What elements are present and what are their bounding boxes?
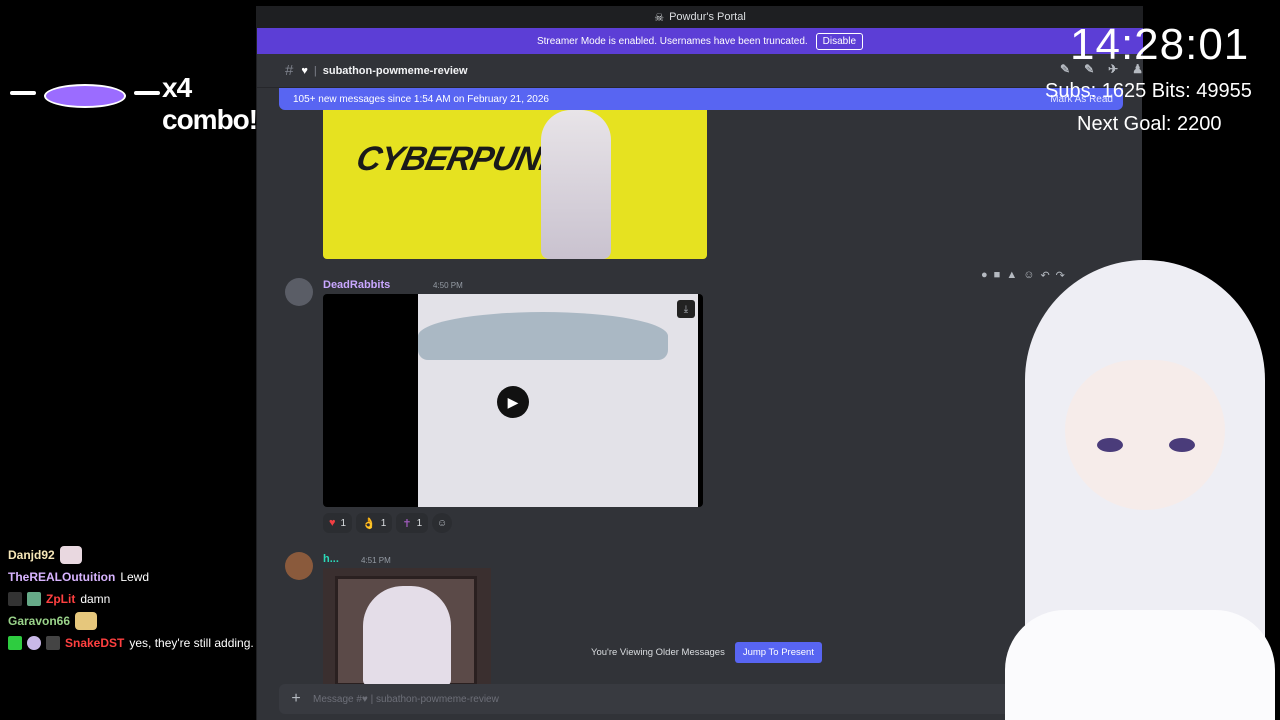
character-illustration — [363, 586, 451, 686]
reaction-count: 1 — [340, 517, 347, 529]
download-icon[interactable]: ⤓ — [677, 300, 695, 318]
chat-username[interactable]: ZpLit — [46, 592, 75, 606]
next-goal: Next Goal: 2200 — [1077, 113, 1222, 135]
message-username[interactable]: h... — [323, 553, 339, 565]
stream-frame: ☠ Powdur's Portal Streamer Mode is enabl… — [0, 0, 1280, 720]
ufo-wing — [10, 91, 36, 95]
emote-icon — [75, 612, 98, 630]
twitch-chat: Danjd92 TheREALOutuition Lewd ZpLit damn… — [8, 544, 254, 654]
jump-to-present-button[interactable]: Jump To Present — [734, 641, 822, 663]
heart-icon: ♥ — [329, 517, 336, 529]
ufo-wing — [134, 91, 160, 95]
cyberpunk-logo: CYBERPUNK — [353, 140, 568, 178]
play-icon[interactable]: ▶ — [497, 386, 529, 418]
vtuber-avatar — [995, 240, 1280, 720]
channel-name: subathon-powmeme-review — [322, 64, 468, 77]
chat-line: TheREALOutuition Lewd — [8, 566, 254, 588]
reaction-icon[interactable]: ● — [981, 269, 988, 282]
ufo-icon — [44, 84, 126, 108]
chat-line: SnakeDST yes, they're still adding. — [8, 632, 254, 654]
badge-icon — [8, 636, 22, 650]
chat-line: ZpLit damn — [8, 588, 254, 610]
chat-username[interactable]: SnakeDST — [65, 636, 124, 650]
combo-overlay: x4 combo! — [0, 70, 290, 135]
streamer-mode-text: Streamer Mode is enabled. Usernames have… — [536, 35, 808, 47]
streamer-mode-banner: Streamer Mode is enabled. Usernames have… — [257, 28, 1143, 54]
reaction-pill[interactable]: ✝ 1 — [396, 513, 429, 533]
reaction-count: 1 — [416, 517, 423, 529]
ok-hand-icon: 👌 — [362, 517, 376, 530]
channel-heart: ♥ — [301, 64, 308, 77]
avatar-eye — [1169, 438, 1195, 452]
avatar-dress — [1005, 610, 1275, 720]
reactions-row: ♥ 1 👌 1 ✝ 1 ☺ — [323, 513, 453, 533]
cyberpunk-image-attachment[interactable]: CYBERPUNK — [323, 110, 707, 259]
badge-icon — [8, 592, 22, 606]
subs-bits-counter: Subs: 1625 Bits: 49955 — [1045, 80, 1252, 102]
chat-line: Danjd92 — [8, 544, 254, 566]
chat-username[interactable]: Garavon66 — [8, 614, 70, 628]
video-attachment[interactable]: ▶ ⤓ — [323, 294, 703, 507]
avatar-eye — [1097, 438, 1123, 452]
window-title: Powdur's Portal — [669, 11, 746, 23]
new-messages-text: 105+ new messages since 1:54 AM on Febru… — [293, 93, 549, 105]
emote-icon — [59, 546, 82, 564]
combo-text: x4 combo! — [162, 72, 258, 135]
skull-icon: ☠ — [654, 11, 665, 24]
composer-placeholder[interactable]: Message #♥ | subathon-powmeme-review — [313, 694, 499, 705]
avatar[interactable] — [285, 552, 313, 580]
older-messages-text: You're Viewing Older Messages — [591, 646, 725, 658]
helmet-shape — [418, 312, 668, 360]
reaction-count: 1 — [380, 517, 387, 529]
badge-icon — [46, 636, 60, 650]
older-messages-bar: You're Viewing Older Messages Jump To Pr… — [591, 640, 831, 664]
figure-illustration — [541, 110, 611, 259]
cross-icon: ✝ — [402, 517, 412, 530]
message-timestamp: 4:50 PM — [433, 281, 463, 290]
subathon-timer: 14:28:01 — [1070, 20, 1250, 69]
channel-header: # ♥ | subathon-powmeme-review ✎ ✎ ✈ ♟ — [257, 54, 1143, 88]
image-attachment[interactable] — [323, 568, 491, 686]
avatar[interactable] — [285, 278, 313, 306]
chat-message: Lewd — [120, 570, 150, 584]
chat-username[interactable]: Danjd92 — [8, 548, 55, 562]
chat-message: yes, they're still adding. — [129, 636, 254, 650]
title-bar: ☠ Powdur's Portal — [257, 6, 1143, 28]
chat-username[interactable]: TheREALOutuition — [8, 570, 115, 584]
chat-message: damn — [80, 592, 111, 606]
plus-icon[interactable]: + — [279, 690, 313, 708]
badge-icon — [27, 636, 41, 650]
new-messages-bar[interactable]: 105+ new messages since 1:54 AM on Febru… — [279, 88, 1123, 110]
badge-icon — [27, 592, 41, 606]
disable-streamer-mode-button[interactable]: Disable — [815, 32, 864, 50]
reaction-pill[interactable]: 👌 1 — [356, 513, 393, 533]
message-timestamp: 4:51 PM — [361, 556, 391, 565]
separator: | — [313, 64, 317, 77]
threads-icon[interactable]: ✎ — [1060, 62, 1070, 76]
message-username[interactable]: DeadRabbits — [323, 279, 390, 291]
chat-line: Garavon66 — [8, 610, 254, 632]
add-reaction-icon[interactable]: ☺ — [432, 513, 453, 533]
reaction-pill[interactable]: ♥ 1 — [323, 513, 353, 533]
